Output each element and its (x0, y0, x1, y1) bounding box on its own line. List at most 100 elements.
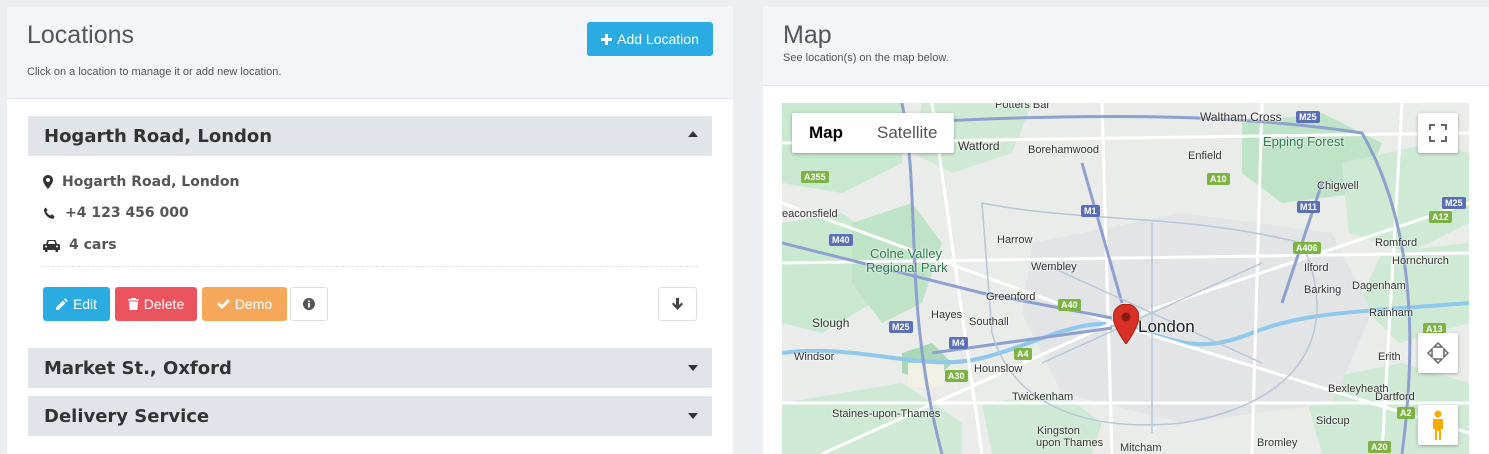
accordion-item-market-st[interactable]: Market St., Oxford (28, 348, 712, 388)
map-subtitle: See location(s) on the map below. (783, 52, 949, 64)
chevron-down-icon (688, 365, 698, 371)
map-label: Bromley (1257, 437, 1298, 449)
road-shield: M25 (1296, 111, 1320, 123)
road-shield: M11 (1297, 201, 1321, 213)
fullscreen-button[interactable] (1418, 113, 1458, 153)
road-shield: M4 (949, 337, 968, 349)
accordion-title: Market St., Oxford (44, 357, 232, 379)
road-shield: A355 (801, 171, 829, 183)
map-type-control: Map Satellite (792, 113, 955, 153)
map-title: Map (783, 21, 832, 49)
address-text: Hogarth Road, London (62, 174, 240, 190)
map-background (782, 103, 1469, 454)
pencil-icon (55, 298, 68, 310)
phone-text: +4 123 456 000 (65, 205, 189, 221)
location-address: Hogarth Road, London (43, 174, 239, 190)
road-shield: A40 (1058, 299, 1081, 311)
map-label: Epping Forest (1263, 134, 1344, 149)
add-location-button[interactable]: Add Location (587, 22, 713, 56)
map-label: Hornchurch (1392, 255, 1449, 267)
location-cars: 4 cars (43, 237, 117, 253)
map-label: Dartford (1375, 391, 1415, 403)
map-label: Regional Park (866, 260, 948, 275)
fullscreen-icon (1429, 124, 1447, 142)
info-icon (303, 298, 315, 310)
map-label-london: London (1138, 317, 1195, 336)
map-panel: Map See location(s) on the map below. Po… (763, 0, 1489, 454)
location-phone: +4 123 456 000 (43, 205, 189, 221)
map-label: Twickenham (1012, 391, 1074, 403)
map-label: Harrow (997, 234, 1033, 246)
divider (42, 266, 698, 267)
map-label: Waltham Cross (1200, 110, 1282, 124)
map-label: Hounslow (974, 363, 1023, 375)
road-shield: A20 (1368, 441, 1391, 453)
map-label: upon Thames (1036, 437, 1104, 449)
map-pin-icon[interactable] (1113, 304, 1139, 344)
map-label: Greenford (986, 291, 1036, 303)
add-location-label: Add Location (617, 31, 699, 47)
road-shield: A30 (945, 370, 968, 382)
info-button[interactable] (290, 287, 328, 321)
map-type-map-button[interactable]: Map (792, 113, 860, 153)
map-label: Southall (969, 316, 1009, 328)
cars-text: 4 cars (69, 237, 117, 253)
move-down-button[interactable] (658, 287, 697, 321)
chevron-down-icon (688, 413, 698, 419)
plus-icon (601, 33, 613, 45)
map-type-satellite-button[interactable]: Satellite (860, 113, 954, 153)
accordion-item-hogarth-road[interactable]: Hogarth Road, London (28, 116, 712, 156)
map-label: Potters Bar (995, 103, 1051, 111)
delete-label: Delete (143, 296, 185, 312)
phone-icon (43, 207, 55, 219)
check-icon (216, 299, 230, 309)
map-label: Hayes (931, 309, 963, 321)
edit-label: Edit (72, 296, 98, 312)
map-label: Kingston (1037, 425, 1080, 437)
camera-control-button[interactable] (1418, 333, 1458, 373)
map-label: Watford (958, 139, 1000, 153)
map-marker-icon (43, 175, 53, 189)
map-label: Slough (812, 316, 850, 330)
delete-button[interactable]: Delete (115, 287, 197, 321)
map-label: Enfield (1188, 150, 1222, 162)
map-label: Romford (1375, 237, 1418, 249)
map-label: eaconsfield (782, 208, 838, 220)
road-shield: M25 (1442, 197, 1466, 209)
map-label: Sidcup (1316, 415, 1350, 427)
road-shield: A12 (1429, 211, 1452, 223)
map-label: Chigwell (1317, 180, 1359, 192)
pan-arrows-icon (1426, 341, 1450, 365)
chevron-up-icon (688, 131, 698, 137)
map-label: Barking (1304, 284, 1342, 296)
map-label: Staines-upon-Thames (832, 408, 941, 420)
map-header: Map See location(s) on the map below. (763, 0, 1489, 86)
map-label: Wembley (1031, 261, 1077, 273)
road-shield: M40 (829, 234, 853, 246)
road-shield: A406 (1293, 242, 1321, 254)
demo-label: Demo (234, 296, 273, 312)
map-label: Rainham (1369, 307, 1414, 319)
map-label: Ilford (1304, 262, 1329, 274)
map-canvas[interactable]: Potters Bar Waltham Cross Epping Forest … (782, 103, 1469, 454)
edit-button[interactable]: Edit (43, 287, 110, 321)
arrow-down-icon (672, 298, 683, 310)
street-view-button[interactable] (1418, 405, 1458, 445)
road-shield: M1 (1081, 205, 1100, 217)
map-label: Erith (1378, 351, 1401, 363)
map-label: Colne Valley (870, 246, 943, 261)
car-icon (43, 239, 60, 252)
road-shield: A2 (1397, 407, 1415, 419)
map-label: Windsor (794, 351, 835, 363)
map-label: Borehamwood (1028, 144, 1099, 156)
road-shield: A4 (1014, 348, 1032, 360)
road-shield: M25 (889, 321, 913, 333)
locations-panel: Locations Click on a location to manage … (7, 0, 733, 454)
page-subtitle: Click on a location to manage it or add … (27, 66, 282, 78)
locations-header: Locations Click on a location to manage … (7, 0, 733, 99)
demo-button[interactable]: Demo (202, 287, 287, 321)
accordion-item-delivery-service[interactable]: Delivery Service (28, 396, 712, 436)
pegman-icon (1433, 410, 1443, 440)
page-title: Locations (27, 21, 135, 49)
trash-icon (127, 298, 139, 310)
